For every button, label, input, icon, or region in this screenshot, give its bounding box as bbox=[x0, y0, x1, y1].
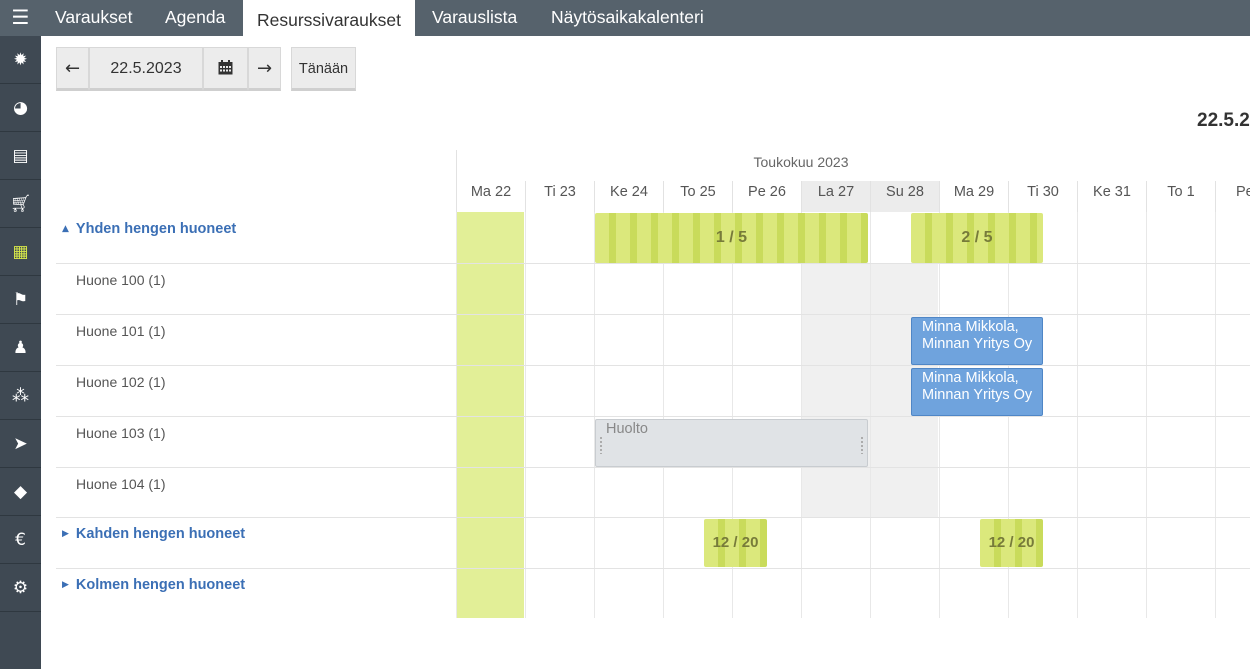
broom-icon[interactable]: ⚑ bbox=[0, 277, 41, 324]
caret-up-icon: ▲ bbox=[62, 224, 69, 234]
caret-right-icon: ▶ bbox=[62, 529, 69, 539]
occupancy-bar[interactable]: 1 / 5 bbox=[595, 213, 868, 263]
row-divider bbox=[56, 517, 1250, 518]
day-header[interactable]: Ke 31 bbox=[1077, 181, 1146, 212]
calendar-icon[interactable]: ▦ bbox=[0, 229, 41, 276]
caret-right-icon: ▶ bbox=[62, 580, 69, 590]
column-divider bbox=[594, 212, 595, 618]
day-header[interactable]: Pe bbox=[1215, 181, 1250, 212]
euro-icon[interactable]: € bbox=[0, 517, 41, 564]
tag-icon[interactable]: ◆ bbox=[0, 469, 41, 516]
occupancy-bar[interactable]: 12 / 20 bbox=[980, 519, 1043, 567]
sun-icon[interactable]: ✹ bbox=[0, 37, 41, 84]
person-icon[interactable]: ♟ bbox=[0, 325, 41, 372]
reservation-block[interactable]: Minna Mikkola, Minnan Yritys Oy bbox=[911, 317, 1043, 365]
room-label: Huone 103 (1) bbox=[76, 425, 166, 441]
tab-varaukset[interactable]: Varaukset bbox=[55, 0, 133, 36]
tab-agenda[interactable]: Agenda bbox=[165, 0, 225, 36]
cart-icon[interactable]: 🛒︎ bbox=[0, 181, 41, 228]
column-divider bbox=[525, 212, 526, 618]
group-label: Kolmen hengen huoneet bbox=[75, 577, 246, 593]
column-divider bbox=[456, 212, 457, 618]
group-label: Yhden hengen huoneet bbox=[75, 221, 237, 237]
hamburger-menu-icon[interactable]: ☰ bbox=[0, 0, 41, 36]
group-toggle-kahden-hengen[interactable]: ▶ Kahden hengen huoneet bbox=[62, 526, 245, 542]
column-divider bbox=[1146, 212, 1147, 618]
reservation-company: Minnan Yritys Oy bbox=[922, 387, 1033, 403]
row-divider bbox=[56, 568, 1250, 569]
prev-date-button[interactable]: ← bbox=[56, 47, 89, 91]
arrow-left-icon: ← bbox=[64, 58, 81, 79]
row-divider bbox=[56, 263, 1250, 264]
occupancy-bar[interactable]: 2 / 5 bbox=[911, 213, 1043, 263]
day-header[interactable]: Ti 23 bbox=[525, 181, 594, 212]
next-date-button[interactable]: → bbox=[248, 47, 281, 91]
group-label: Kahden hengen huoneet bbox=[75, 526, 246, 542]
book-icon[interactable]: ▤ bbox=[0, 133, 41, 180]
day-header[interactable]: To 1 bbox=[1146, 181, 1215, 212]
column-divider bbox=[801, 212, 802, 618]
maintenance-label: Huolto bbox=[606, 421, 648, 437]
day-header[interactable]: Ti 30 bbox=[1008, 181, 1077, 212]
side-nav: ☰ ✹ ◕ ▤ 🛒︎ ▦ ⚑ ♟ ⁂ ➤ ◆ € ⚙ bbox=[0, 0, 41, 669]
calendar-icon bbox=[218, 60, 233, 75]
group-toggle-kolmen-hengen[interactable]: ▶ Kolmen hengen huoneet bbox=[62, 577, 245, 593]
column-divider bbox=[1215, 212, 1216, 618]
column-divider bbox=[870, 212, 871, 618]
today-column bbox=[456, 212, 524, 618]
group-toggle-yhden-hengen[interactable]: ▲ Yhden hengen huoneet bbox=[62, 221, 236, 237]
row-divider bbox=[56, 467, 1250, 468]
current-date-heading: 22.5.2 bbox=[1197, 110, 1250, 131]
room-label: Huone 102 (1) bbox=[76, 374, 166, 390]
tab-resurssivaraukset[interactable]: Resurssivaraukset bbox=[243, 0, 415, 37]
day-header[interactable]: Ke 24 bbox=[594, 181, 663, 212]
month-header: Toukokuu 2023 bbox=[456, 150, 1145, 181]
row-divider bbox=[56, 416, 1250, 417]
reservation-guest: Minna Mikkola, bbox=[922, 319, 1019, 335]
reservation-company: Minnan Yritys Oy bbox=[922, 336, 1033, 352]
day-header[interactable]: To 25 bbox=[663, 181, 732, 212]
reservation-guest: Minna Mikkola, bbox=[922, 370, 1019, 386]
date-picker-button[interactable] bbox=[203, 47, 248, 91]
tab-bar: Varaukset Agenda Resurssivaraukset Varau… bbox=[41, 0, 1250, 37]
arrow-right-icon: → bbox=[256, 58, 273, 79]
room-label: Huone 100 (1) bbox=[76, 272, 166, 288]
dashboard-icon[interactable]: ◕ bbox=[0, 85, 41, 132]
day-header[interactable]: Su 28 bbox=[870, 181, 939, 212]
day-header[interactable]: Ma 22 bbox=[456, 181, 525, 212]
day-header[interactable]: La 27 bbox=[801, 181, 870, 212]
occupancy-bar[interactable]: 12 / 20 bbox=[704, 519, 767, 567]
today-button[interactable]: Tänään bbox=[291, 47, 356, 91]
gear-icon[interactable]: ⚙ bbox=[0, 565, 41, 612]
room-label: Huone 104 (1) bbox=[76, 476, 166, 492]
tab-naytosaikakalenteri[interactable]: Näytösaikakalenteri bbox=[551, 0, 704, 36]
column-divider bbox=[663, 212, 664, 618]
reservation-block[interactable]: Minna Mikkola, Minnan Yritys Oy bbox=[911, 368, 1043, 416]
send-icon[interactable]: ➤ bbox=[0, 421, 41, 468]
boxes-icon[interactable]: ⁂ bbox=[0, 373, 41, 420]
row-divider bbox=[56, 314, 1250, 315]
resize-handle-right[interactable] bbox=[860, 436, 864, 454]
tab-varauslista[interactable]: Varauslista bbox=[432, 0, 517, 36]
day-header[interactable]: Pe 26 bbox=[732, 181, 801, 212]
room-label: Huone 101 (1) bbox=[76, 323, 166, 339]
date-display[interactable]: 22.5.2023 bbox=[89, 47, 203, 91]
resize-handle-left[interactable] bbox=[599, 436, 603, 454]
day-header[interactable]: Ma 29 bbox=[939, 181, 1008, 212]
maintenance-block[interactable]: Huolto bbox=[595, 419, 868, 467]
row-divider bbox=[56, 365, 1250, 366]
column-divider bbox=[1077, 212, 1078, 618]
